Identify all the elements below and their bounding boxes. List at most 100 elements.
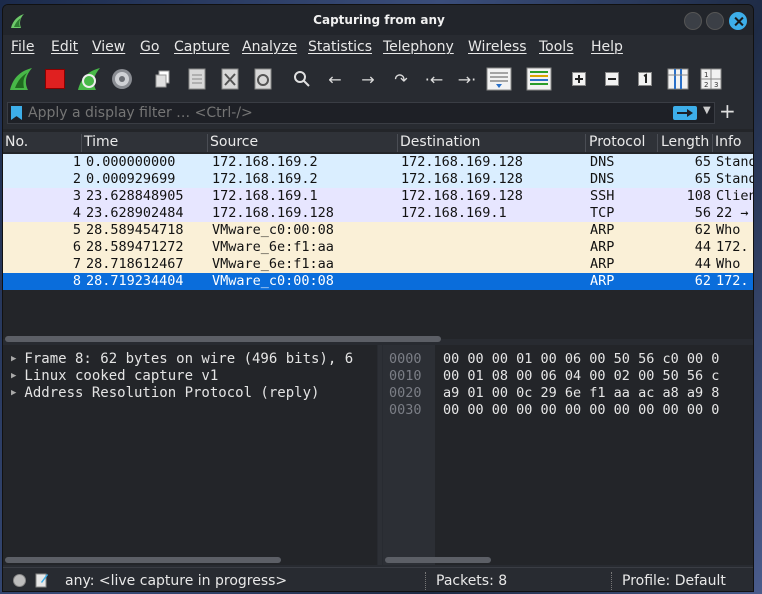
packet-row[interactable]: 7 28.718612467 VMware_6e:f1:aa ARP 44 Who [3,256,753,273]
menu-go[interactable]: Go [140,39,159,55]
stop-capture-icon[interactable] [41,65,69,93]
zoom-out-icon[interactable] [598,65,626,93]
close-button[interactable] [729,12,747,30]
cell-no: 5 [72,222,81,238]
packet-row-selected[interactable]: 8 28.719234404 VMware_c0:00:08 ARP 62 172. [3,273,753,290]
cell-protocol: TCP [590,205,615,221]
find-packet-search-icon[interactable] [288,65,316,93]
packet-list-horizontal-scrollbar[interactable] [5,336,441,342]
cell-protocol: DNS [590,154,615,170]
menu-telephony[interactable]: Telephony [383,39,454,55]
menu-analyze[interactable]: Analyze [242,39,297,55]
hex-bytes[interactable]: 00 00 00 00 00 00 00 00 00 00 00 0 [443,402,753,419]
filter-bookmark-icon[interactable] [11,106,22,120]
cell-source: 172.168.169.2 [212,171,318,187]
cell-no: 8 [72,273,81,289]
restart-capture-icon[interactable] [75,65,103,93]
display-filter-bar: ▼ [7,102,715,124]
cell-length: 62 [694,222,711,238]
hex-bytes[interactable]: 00 01 08 00 06 04 00 02 00 50 56 c [443,368,753,385]
packet-row[interactable]: 6 28.589471272 VMware_6e:f1:aa ARP 44 172. [3,239,753,256]
expand-arrow-icon[interactable]: ▶ [11,388,16,398]
menu-file[interactable]: File [11,39,34,55]
cell-destination: 172.168.169.128 [401,171,523,187]
packet-row[interactable]: 4 23.628902484 172.168.169.128 172.168.169.… [3,205,753,222]
cell-length: 44 [694,256,711,272]
add-filter-button-plus-icon[interactable]: + [719,99,736,123]
expand-arrow-icon[interactable]: ▶ [11,371,16,381]
cell-protocol: ARP [590,239,615,255]
details-horizontal-scrollbar[interactable] [5,557,281,563]
detail-row-label: Address Resolution Protocol (reply) [24,385,320,401]
hex-offset: 0010 [389,368,422,384]
column-header-destination[interactable]: Destination [400,134,586,152]
zoom-in-icon[interactable] [565,65,593,93]
autoscroll-icon[interactable] [485,65,513,93]
menu-bar: File Edit View Go Capture Analyze Statis… [3,36,753,58]
cell-source: 172.168.169.1 [212,188,318,204]
column-header-source[interactable]: Source [210,134,398,152]
column-header-time[interactable]: Time [84,134,208,152]
menu-edit[interactable]: Edit [51,39,78,55]
reload-file-icon[interactable] [249,65,277,93]
cell-destination: 172.168.169.1 [401,205,507,221]
detail-row-arp[interactable]: ▶ Address Resolution Protocol (reply) [11,385,319,402]
pane-splitter[interactable] [378,345,382,565]
cell-no: 6 [72,239,81,255]
packet-row[interactable]: 3 23.628848905 172.168.169.1 172.168.169.12… [3,188,753,205]
column-header-no[interactable]: No. [5,134,82,152]
packet-row[interactable]: 2 0.000929699 172.168.169.2 172.168.169.128… [3,171,753,188]
start-capture-icon[interactable] [7,65,35,93]
go-back-arrow-icon[interactable]: ← [321,65,349,93]
maximize-button[interactable] [706,12,724,30]
menu-statistics[interactable]: Statistics [308,39,372,55]
cell-time: 28.718612467 [86,256,184,272]
apply-filter-arrow-icon[interactable] [673,106,697,120]
colorize-icon[interactable] [525,65,553,93]
column-header-info[interactable]: Info [715,134,753,152]
close-file-icon[interactable] [216,65,244,93]
cell-time: 23.628848905 [86,188,184,204]
go-first-packet-icon[interactable]: ·← [420,65,448,93]
cell-protocol: ARP [590,222,615,238]
cell-protocol: SSH [590,188,615,204]
display-filter-input[interactable] [28,104,658,122]
hex-bytes[interactable]: 00 00 00 01 00 06 00 50 56 c0 00 0 [443,351,753,368]
status-bar: any: <live capture in progress> Packets:… [3,567,753,591]
cell-length: 108 [686,188,711,204]
bytes-horizontal-scrollbar[interactable] [385,557,491,563]
capture-options-gear-icon[interactable] [108,65,136,93]
menu-view[interactable]: View [92,39,125,55]
resize-columns-icon[interactable] [664,65,692,93]
capture-comment-edit-icon[interactable] [35,572,49,588]
cell-protocol: ARP [590,256,615,272]
cell-length: 44 [694,239,711,255]
capture-status-text: any: <live capture in progress> [65,573,288,589]
cell-source: VMware_c0:00:08 [212,273,334,289]
go-to-packet-icon[interactable]: ↷ [387,65,415,93]
column-header-protocol[interactable]: Protocol [589,134,658,152]
profile-selector[interactable]: Profile: Default [622,573,726,589]
expand-arrow-icon[interactable]: ▶ [11,354,16,364]
detail-row-frame[interactable]: ▶ Frame 8: 62 bytes on wire (496 bits), 6 [11,351,353,368]
menu-tools[interactable]: Tools [539,39,574,55]
menu-wireless[interactable]: Wireless [468,39,527,55]
column-header-length[interactable]: Length [661,134,713,152]
go-forward-arrow-icon[interactable]: → [354,65,382,93]
open-file-icon[interactable] [149,65,177,93]
menu-capture[interactable]: Capture [174,39,230,55]
save-file-icon[interactable] [183,65,211,93]
go-last-packet-icon[interactable]: →· [453,65,481,93]
normal-size-icon[interactable] [631,65,659,93]
packet-row[interactable]: 5 28.589454718 VMware_c0:00:08 ARP 62 Who [3,222,753,239]
detail-row-linux-cooked[interactable]: ▶ Linux cooked capture v1 [11,368,218,385]
svg-text:2: 2 [704,81,708,89]
cell-protocol: DNS [590,171,615,187]
minimize-button[interactable] [684,12,702,30]
menu-help[interactable]: Help [591,39,623,55]
packet-row[interactable]: 1 0.000000000 172.168.169.2 172.168.169.128… [3,154,753,171]
filter-history-chevron-down-icon[interactable]: ▼ [703,105,711,116]
hex-bytes[interactable]: a9 01 00 0c 29 6e f1 aa ac a8 a9 8 [443,385,753,402]
grid-layout-icon[interactable]: 1 23 [697,65,725,93]
packet-details-pane: ▶ Frame 8: 62 bytes on wire (496 bits), 6… [3,345,377,565]
